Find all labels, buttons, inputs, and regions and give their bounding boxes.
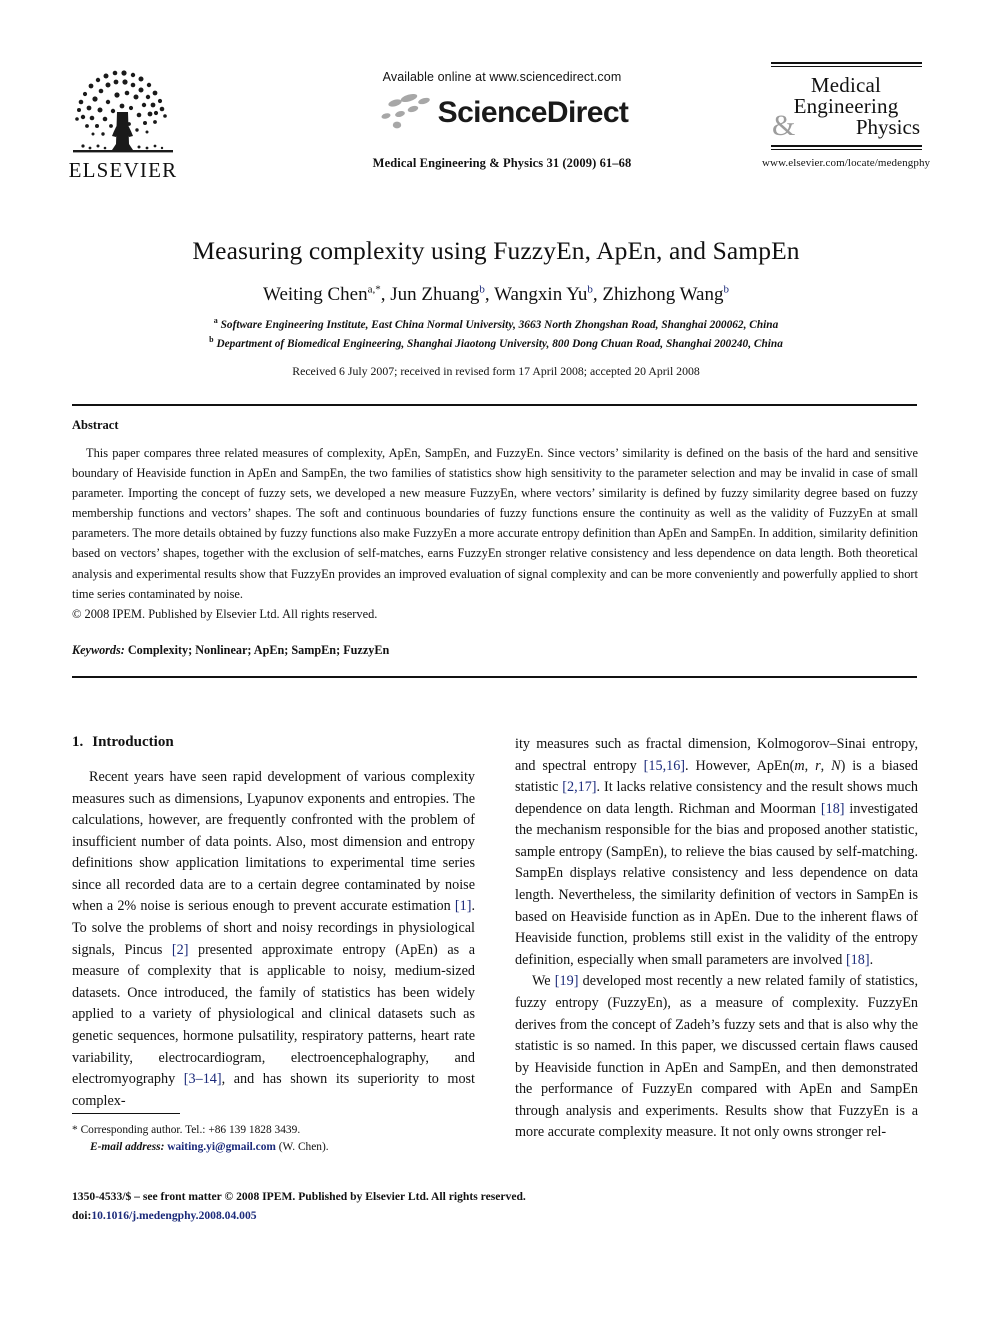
- paragraph-text: . However, ApEn(: [685, 757, 795, 774]
- abstract-section: Abstract This paper compares three relat…: [72, 418, 918, 624]
- author-name: Weiting Chen: [263, 283, 368, 305]
- math-variable-m: m: [794, 757, 805, 774]
- paragraph-text: presented approximate entropy (ApEn) as …: [72, 941, 475, 1088]
- paragraph-text: Recent years have seen rapid development…: [72, 769, 475, 915]
- author-separator: ,: [380, 283, 391, 305]
- journal-logo-line-3-text: Physics: [855, 115, 920, 139]
- available-online-text: Available online at www.sciencedirect.co…: [382, 70, 622, 84]
- paragraph-text: developed most recently a new related fa…: [515, 973, 918, 1141]
- affiliation-line: a Software Engineering Institute, East C…: [62, 317, 930, 333]
- author-separator: ,: [484, 283, 495, 305]
- journal-logo-rule-bottom: [770, 145, 922, 150]
- citation-reference[interactable]: [15,16]: [644, 758, 685, 774]
- paragraph-text: .: [869, 951, 874, 968]
- footnote-rule: [72, 1113, 180, 1114]
- author-name: Wangxin Yu: [494, 283, 588, 305]
- citation-reference[interactable]: [18]: [821, 801, 845, 817]
- affiliation-line: b Department of Biomedical Engineering, …: [62, 336, 930, 352]
- footnote-corresponding-text: Corresponding author. Tel.: +86 139 1828…: [80, 1124, 301, 1136]
- section-heading-introduction: 1. Introduction: [72, 734, 475, 751]
- author-name: Zhizhong Wang: [602, 283, 724, 305]
- journal-logo-line-1: Medical: [810, 73, 882, 97]
- journal-url[interactable]: www.elsevier.com/locate/medengphy: [762, 157, 930, 169]
- column-right: ity measures such as fractal dimension, …: [515, 734, 918, 1144]
- abstract-text: This paper compares three related measur…: [72, 446, 918, 601]
- masthead: ELSEVIER Available online at www.science…: [62, 62, 930, 194]
- journal-logo-line-3: & Physics: [762, 111, 930, 141]
- author-marks: b: [723, 283, 729, 296]
- author-entry: Zhizhong Wangb: [602, 284, 729, 305]
- author-entry: Wangxin Yub: [494, 284, 593, 305]
- abstract-heading: Abstract: [72, 418, 119, 432]
- keywords-label: Keywords:: [72, 643, 125, 657]
- author-marks: a,*: [367, 283, 381, 296]
- page-title: Measuring complexity using FuzzyEn, ApEn…: [192, 236, 800, 265]
- affiliation-label: a: [213, 316, 218, 326]
- affiliation-text: Department of Biomedical Engineering, Sh…: [216, 337, 783, 350]
- footnote-email-line: E-mail address: waiting.yi@gmail.com (W.…: [72, 1139, 475, 1156]
- citation-reference[interactable]: [3–14]: [184, 1071, 222, 1087]
- column-left: 1. Introduction Recent years have seen ra…: [72, 734, 475, 1112]
- author-entry: Weiting Chena,*: [263, 284, 381, 305]
- affiliation-label: b: [209, 335, 214, 344]
- math-variable-N: N: [831, 757, 841, 774]
- elsevier-wordmark: ELSEVIER: [68, 158, 178, 182]
- elsevier-logo: ELSEVIER: [62, 64, 184, 192]
- keywords-values: Complexity; Nonlinear; ApEn; SampEn; Fuz…: [127, 643, 390, 657]
- sciencedirect-block: Available online at www.sciencedirect.co…: [312, 70, 692, 171]
- email-owner: (W. Chen).: [278, 1141, 329, 1154]
- doi-line: doi:10.1016/j.medengphy.2008.04.005: [72, 1207, 772, 1226]
- doi-label: doi:: [72, 1208, 92, 1222]
- paragraph: ity measures such as fractal dimension, …: [515, 734, 918, 971]
- journal-logo: Medical Engineering & Physics www.elsevi…: [762, 62, 930, 169]
- elsevier-tree-icon: [67, 64, 179, 159]
- footnote-corresponding-author: * Corresponding author. Tel.: +86 139 18…: [72, 1122, 475, 1139]
- citation-reference[interactable]: [2]: [172, 942, 189, 958]
- paragraph-text: investigated the mechanism responsible f…: [515, 800, 918, 968]
- journal-reference: Medical Engineering & Physics 31 (2009) …: [372, 156, 632, 170]
- doi-link[interactable]: 10.1016/j.medengphy.2008.04.005: [91, 1209, 256, 1222]
- section-number: 1.: [72, 734, 84, 750]
- email-link[interactable]: waiting.yi@gmail.com: [167, 1141, 276, 1153]
- paragraph-text: ,: [804, 757, 816, 774]
- article-history: Received 6 July 2007; received in revise…: [292, 364, 700, 379]
- paragraph: We [19] developed most recently a new re…: [515, 971, 918, 1144]
- footnote-star-marker: *: [72, 1124, 78, 1136]
- citation-reference[interactable]: [1]: [455, 898, 472, 914]
- sciencedirect-wordmark: ScienceDirect: [437, 96, 629, 129]
- ampersand-glyph: &: [772, 109, 796, 142]
- abstract-copyright: © 2008 IPEM. Published by Elsevier Ltd. …: [72, 606, 378, 621]
- author-entry: Jun Zhuangb: [390, 284, 485, 305]
- author-separator: ,: [592, 283, 603, 305]
- issn-copyright-line: 1350-4533/$ – see front matter © 2008 IP…: [72, 1190, 526, 1203]
- section-title: Introduction: [92, 734, 174, 750]
- abstract-top-rule: [72, 404, 917, 406]
- body-columns: 1. Introduction Recent years have seen ra…: [72, 734, 918, 1164]
- footnote-block: * Corresponding author. Tel.: +86 139 18…: [72, 1113, 475, 1156]
- paragraph-text: ,: [820, 757, 832, 774]
- sciencedirect-dots-icon: [376, 92, 434, 134]
- paragraph: Recent years have seen rapid development…: [72, 767, 475, 1112]
- page-footer: 1350-4533/$ – see front matter © 2008 IP…: [72, 1188, 772, 1225]
- citation-reference[interactable]: [2,17]: [562, 779, 596, 795]
- author-name: Jun Zhuang: [390, 283, 480, 305]
- author-list: Weiting Chena,*, Jun Zhuangb, Wangxin Yu…: [62, 284, 930, 307]
- affiliation-text: Software Engineering Institute, East Chi…: [220, 319, 779, 332]
- email-address-label: E-mail address:: [90, 1141, 165, 1154]
- article-page: ELSEVIER Available online at www.science…: [0, 0, 992, 1323]
- paragraph-text: We: [532, 973, 555, 990]
- journal-logo-rule-top: [770, 62, 922, 67]
- abstract-bottom-rule: [72, 676, 917, 678]
- citation-reference[interactable]: [18]: [846, 952, 870, 968]
- title-block: Measuring complexity using FuzzyEn, ApEn…: [62, 236, 930, 379]
- keywords-line: Keywords: Complexity; Nonlinear; ApEn; S…: [72, 643, 389, 658]
- citation-reference[interactable]: [19]: [555, 973, 579, 989]
